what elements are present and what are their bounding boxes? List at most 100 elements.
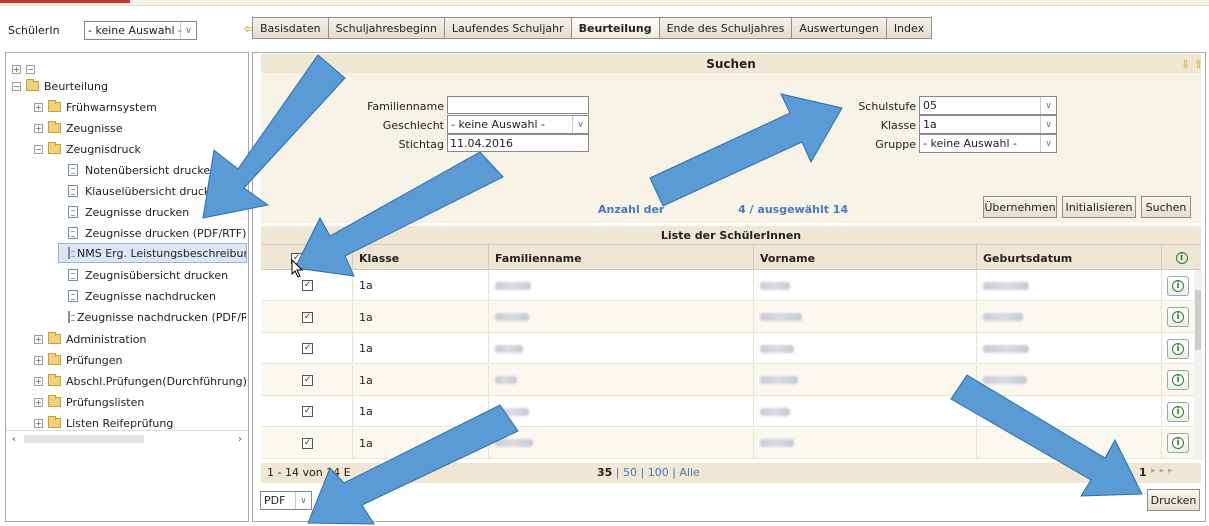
row-checkbox[interactable]: ✓ <box>302 374 313 386</box>
collapse-all-icon[interactable]: − <box>26 64 35 74</box>
column-geburtsdatum[interactable]: Geburtsdatum <box>976 245 1161 271</box>
tab-auswertungen[interactable]: Auswertungen <box>791 17 886 39</box>
expand-icon[interactable]: + <box>34 334 43 344</box>
chevron-down-icon: ∨ <box>1040 97 1056 114</box>
table-row[interactable]: ✓ 1a i <box>261 364 1194 396</box>
tab-basisdaten[interactable]: Basisdaten <box>252 17 328 39</box>
uebernehmen-button[interactable]: Übernehmen <box>983 196 1057 218</box>
scroll-right-icon[interactable]: › <box>238 434 242 445</box>
table-row[interactable]: ✓ 1a i <box>261 427 1194 459</box>
move-arrows-icon[interactable]: ⇩ ⇧ <box>1181 58 1203 71</box>
tree-item-label: Prüfungen <box>66 353 123 367</box>
tree-item-pruefungslisten[interactable]: + Prüfungslisten <box>34 392 144 412</box>
page-size-100[interactable]: 100 <box>648 466 669 479</box>
info-button[interactable]: i <box>1167 307 1189 327</box>
schulstufe-select[interactable]: 05 ∨ <box>919 96 1057 115</box>
tree-horizontal-scrollbar[interactable]: ‹ › <box>6 430 248 447</box>
klasse-cell: 1a <box>352 333 488 364</box>
gruppe-label: Gruppe <box>875 138 916 151</box>
table-row[interactable]: ✓ 1a i <box>261 333 1194 364</box>
folder-icon <box>48 374 61 386</box>
column-klasse[interactable]: Klasse <box>352 245 488 271</box>
tree-item-zeugnisse-nachdrucken-pdf[interactable]: Zeugnisse nachdrucken (PDF/RT <box>68 307 246 327</box>
expand-all-icon[interactable]: + <box>12 64 21 74</box>
info-icon: i <box>1172 437 1184 449</box>
tree-item-abschl-pruefungen[interactable]: + Abschl.Prüfungen(Durchführung) <box>34 371 247 391</box>
geschlecht-select[interactable]: - keine Auswahl - ∨ <box>447 115 589 134</box>
tree-item-label: Listen Reifeprüfung <box>66 416 174 430</box>
familienname-cell <box>488 427 753 459</box>
tab-schuljahresbeginn[interactable]: Schuljahresbeginn <box>327 17 444 39</box>
info-button[interactable]: i <box>1167 275 1189 296</box>
student-select[interactable]: - keine Auswahl - ∨ <box>84 21 197 40</box>
row-checkbox[interactable]: ✓ <box>302 343 313 354</box>
tree-item-zeugnisdruck[interactable]: − Zeugnisdruck <box>34 139 141 159</box>
info-button[interactable]: i <box>1167 338 1189 359</box>
folder-icon <box>48 100 61 112</box>
info-button[interactable]: i <box>1167 370 1189 390</box>
expand-icon[interactable]: + <box>34 123 43 133</box>
table-row[interactable]: ✓ 1a i <box>261 301 1194 333</box>
chevron-down-icon: ∨ <box>180 22 196 39</box>
tree-item-klauseluebersicht[interactable]: Klauselübersicht drucken <box>68 181 224 201</box>
tab-laufendes-schuljahr[interactable]: Laufendes Schuljahr <box>443 17 571 39</box>
tab-ende-des-schuljahres[interactable]: Ende des Schuljahres <box>658 17 792 39</box>
collapse-icon[interactable]: − <box>34 144 43 154</box>
scroll-left-icon[interactable]: ‹ <box>12 434 16 445</box>
stichtag-input[interactable]: 11.04.2016 <box>447 134 589 152</box>
expand-icon[interactable]: + <box>34 355 43 365</box>
table-vertical-scrollbar[interactable] <box>1194 270 1202 460</box>
table-row[interactable]: ✓ 1a i <box>261 396 1194 427</box>
expand-icon[interactable]: + <box>34 397 43 407</box>
tab-index[interactable]: Index <box>885 17 933 39</box>
initialisieren-button[interactable]: Initialisieren <box>1062 196 1136 218</box>
page-size-35[interactable]: 35 <box>597 466 612 479</box>
info-button[interactable]: i <box>1167 401 1189 422</box>
expand-icon[interactable]: + <box>34 376 43 386</box>
pager-nav-icons[interactable]: ▸▸▸ <box>1151 466 1177 476</box>
info-cell: i <box>1161 270 1194 301</box>
tree-item-zeugnisse[interactable]: + Zeugnisse <box>34 118 123 138</box>
familienname-input[interactable] <box>447 96 589 114</box>
tree-item-pruefungen[interactable]: + Prüfungen <box>34 350 122 370</box>
tree-item-administration[interactable]: + Administration <box>34 329 147 349</box>
expand-icon[interactable]: + <box>34 418 43 428</box>
chevron-down-icon: ∨ <box>1040 135 1056 152</box>
scroll-thumb[interactable] <box>24 435 144 443</box>
row-select-cell: ✓ <box>261 365 352 396</box>
column-familienname[interactable]: Familienname <box>488 245 753 271</box>
geschlecht-select-value: - keine Auswahl - <box>451 118 545 131</box>
tree-item-zeugnisse-drucken[interactable]: Zeugnisse drucken <box>68 202 189 222</box>
expand-icon[interactable]: + <box>34 102 43 112</box>
info-button[interactable]: i <box>1167 433 1189 453</box>
table-row[interactable]: ✓ 1a i <box>261 270 1194 301</box>
format-select[interactable]: PDF ∨ <box>260 491 312 510</box>
collapse-icon[interactable]: − <box>12 81 21 91</box>
klasse-select-value: 1a <box>923 118 937 131</box>
suchen-button[interactable]: Suchen <box>1141 196 1191 218</box>
row-checkbox[interactable]: ✓ <box>302 437 313 449</box>
select-all-checkbox[interactable]: ✓ <box>291 252 302 264</box>
tree-item-notenuebersicht[interactable]: Notenübersicht drucken <box>68 160 217 180</box>
tree-item-zeugnisuebersicht[interactable]: Zeugnisübersicht drucken <box>68 265 228 285</box>
klasse-select[interactable]: 1a ∨ <box>919 115 1057 134</box>
row-checkbox[interactable]: ✓ <box>302 311 313 323</box>
tab-beurteilung[interactable]: Beurteilung <box>570 17 659 39</box>
redacted-value <box>760 439 794 447</box>
scroll-thumb[interactable] <box>1195 290 1201 350</box>
tree-item-zeugnisse-nachdrucken[interactable]: Zeugnisse nachdrucken <box>68 286 216 306</box>
page-size-50[interactable]: 50 <box>623 466 637 479</box>
row-checkbox[interactable]: ✓ <box>302 280 313 291</box>
row-select-cell: ✓ <box>261 333 352 364</box>
row-checkbox[interactable]: ✓ <box>302 406 313 417</box>
gruppe-select[interactable]: - keine Auswahl - ∨ <box>919 134 1057 153</box>
tree-item-label: NMS Erg. Leistungsbeschreibun <box>77 246 247 260</box>
page-size-alle[interactable]: Alle <box>679 466 699 479</box>
tree-item-zeugnisse-drucken-pdf[interactable]: Zeugnisse drucken (PDF/RTF) <box>68 223 246 243</box>
column-vorname[interactable]: Vorname <box>753 245 976 271</box>
drucken-button[interactable]: Drucken <box>1147 489 1200 511</box>
tree-item-beurteilung[interactable]: − Beurteilung <box>12 76 108 96</box>
tree-item-nms-leistungsbeschreibung[interactable]: NMS Erg. Leistungsbeschreibun <box>58 243 247 263</box>
tree-item-label: Administration <box>66 332 147 346</box>
tree-item-fruehwarnsystem[interactable]: + Frühwarnsystem <box>34 97 157 117</box>
